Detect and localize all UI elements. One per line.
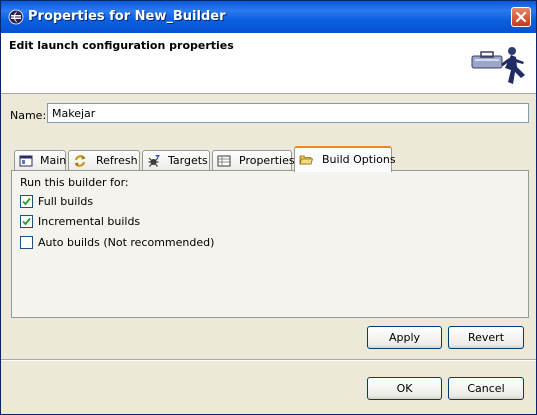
tab-refresh[interactable]: Refresh xyxy=(68,150,140,171)
tab-properties-label: Properties xyxy=(239,154,295,167)
incremental-builds-checkbox[interactable] xyxy=(20,215,33,228)
eclipse-icon xyxy=(8,9,24,25)
tab-refresh-label: Refresh xyxy=(96,154,138,167)
targets-icon xyxy=(148,155,160,167)
properties-table-icon xyxy=(217,155,231,167)
apply-button[interactable]: Apply xyxy=(367,326,442,349)
auto-builds-label: Auto builds (Not recommended) xyxy=(38,236,215,249)
name-input[interactable] xyxy=(47,103,529,123)
tab-main[interactable]: Main xyxy=(14,150,66,171)
run-builder-heading: Run this builder for: xyxy=(20,176,129,189)
name-label: Name: xyxy=(10,109,47,122)
ok-button[interactable]: OK xyxy=(367,377,442,400)
tab-main-label: Main xyxy=(40,154,67,167)
tab-build-options-label: Build Options xyxy=(322,153,396,166)
tab-targets[interactable]: Targets xyxy=(142,150,210,171)
tab-build-options[interactable]: Build Options xyxy=(294,146,396,172)
window-title: Properties for New_Builder xyxy=(28,9,226,24)
title-bar[interactable]: Properties for New_Builder xyxy=(1,1,536,33)
header-title: Edit launch configuration properties xyxy=(9,39,234,52)
full-builds-label: Full builds xyxy=(38,195,94,208)
close-button[interactable] xyxy=(511,7,531,27)
checkmark-icon xyxy=(22,197,31,206)
refresh-icon xyxy=(74,155,86,167)
incremental-builds-label: Incremental builds xyxy=(38,215,141,228)
close-icon xyxy=(515,11,527,23)
folder-open-icon xyxy=(299,155,313,165)
revert-button[interactable]: Revert xyxy=(448,326,524,349)
auto-builds-checkbox[interactable] xyxy=(20,236,33,249)
full-builds-checkbox[interactable] xyxy=(20,195,33,208)
dialog-header: Edit launch configuration properties xyxy=(1,33,536,94)
properties-dialog: Properties for New_Builder Edit launch c… xyxy=(0,0,537,415)
tab-targets-label: Targets xyxy=(168,154,208,167)
checkmark-icon xyxy=(22,217,31,226)
build-options-panel: Run this builder for: Full builds Increm… xyxy=(11,170,529,318)
cancel-button[interactable]: Cancel xyxy=(448,377,524,400)
external-tool-wizard-icon xyxy=(471,47,525,84)
separator xyxy=(1,359,536,361)
tab-properties[interactable]: Properties xyxy=(212,150,295,171)
main-tab-icon xyxy=(19,155,33,167)
